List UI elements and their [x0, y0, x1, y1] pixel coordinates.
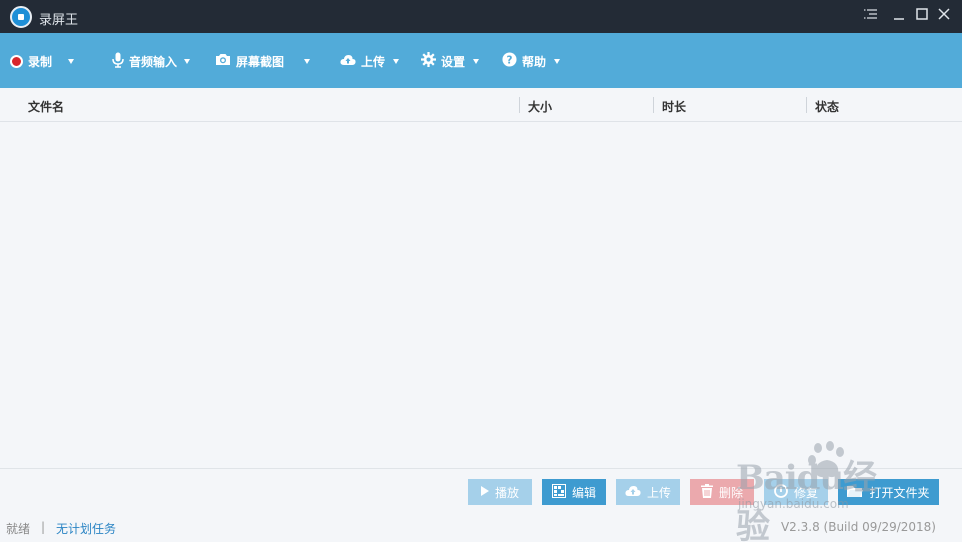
minimize-icon[interactable] — [890, 7, 908, 25]
record-label: 录制 — [28, 54, 53, 69]
screenshot-menu[interactable]: 屏幕截图 — [215, 51, 311, 71]
cloud-upload-icon — [340, 54, 356, 69]
open-folder-button[interactable]: 打开文件夹 — [838, 479, 939, 505]
status-text: 就绪 — [6, 522, 31, 536]
play-icon — [480, 485, 489, 499]
record-icon — [10, 54, 23, 68]
column-divider[interactable] — [519, 97, 520, 113]
gear-icon — [421, 52, 436, 70]
audio-input-menu[interactable]: 音频输入 — [112, 51, 191, 71]
microphone-icon — [112, 52, 124, 71]
upload-action-label: 上传 — [646, 485, 671, 500]
repair-label: 修复 — [793, 485, 818, 500]
edit-button[interactable]: 编辑 — [542, 479, 606, 505]
chevron-down-icon — [473, 58, 480, 64]
column-header-size[interactable]: 大小 — [528, 98, 552, 115]
help-icon: ? — [502, 52, 517, 70]
file-table-header: 文件名 大小 时长 状态 — [0, 88, 962, 122]
maximize-icon[interactable] — [913, 7, 931, 25]
chevron-down-icon — [184, 58, 191, 64]
list-menu-icon[interactable] — [862, 7, 880, 25]
status-separator: | — [41, 520, 46, 534]
svg-text:?: ? — [507, 54, 513, 66]
settings-menu[interactable]: 设置 — [421, 51, 480, 71]
screenshot-label: 屏幕截图 — [236, 54, 285, 69]
chevron-down-icon — [304, 58, 311, 64]
repair-button[interactable]: 修复 — [764, 479, 828, 505]
upload-menu[interactable]: 上传 — [340, 51, 400, 71]
column-divider[interactable] — [806, 97, 807, 113]
column-header-duration[interactable]: 时长 — [662, 98, 686, 115]
delete-label: 删除 — [718, 485, 743, 500]
scheduled-task-link[interactable]: 无计划任务 — [56, 520, 116, 537]
chevron-down-icon — [68, 58, 75, 64]
delete-button[interactable]: 删除 — [690, 479, 754, 505]
chevron-down-icon — [554, 58, 561, 64]
trash-icon — [700, 483, 713, 501]
edit-icon — [551, 483, 566, 501]
record-menu[interactable]: 录制 — [10, 51, 75, 71]
upload-button[interactable]: 上传 — [616, 479, 680, 505]
title-bar: 录屏王 — [0, 0, 962, 33]
close-icon[interactable] — [935, 7, 953, 25]
app-window: 录屏王 录制 音频输入 屏幕截图 上传 设置 ? 帮助 文件名 大小 时长 状态… — [0, 0, 962, 542]
audio-input-label: 音频输入 — [129, 54, 178, 69]
folder-icon — [847, 485, 864, 500]
help-label: 帮助 — [522, 54, 547, 69]
column-header-status[interactable]: 状态 — [815, 98, 839, 115]
version-label: V2.3.8 (Build 09/29/2018) — [780, 520, 936, 534]
bottom-panel: 播放 编辑 上传 删除 修复 打开文件夹 就绪 | 无计划任务 V2.3.8 (… — [0, 468, 962, 542]
column-divider[interactable] — [653, 97, 654, 113]
open-folder-label: 打开文件夹 — [869, 485, 930, 500]
play-label: 播放 — [494, 485, 519, 500]
column-header-filename[interactable]: 文件名 — [28, 98, 64, 115]
play-button[interactable]: 播放 — [468, 479, 532, 505]
main-toolbar: 录制 音频输入 屏幕截图 上传 设置 ? 帮助 — [0, 33, 962, 88]
settings-label: 设置 — [441, 54, 466, 69]
upload-label: 上传 — [361, 54, 386, 69]
cloud-upload-icon — [625, 485, 641, 500]
edit-label: 编辑 — [571, 485, 596, 500]
file-list[interactable] — [0, 123, 962, 468]
repair-icon — [774, 483, 788, 501]
window-title: 录屏王 — [39, 13, 79, 28]
camera-icon — [215, 53, 231, 69]
chevron-down-icon — [393, 58, 400, 64]
app-logo-icon — [10, 6, 32, 28]
help-menu[interactable]: ? 帮助 — [502, 51, 561, 71]
